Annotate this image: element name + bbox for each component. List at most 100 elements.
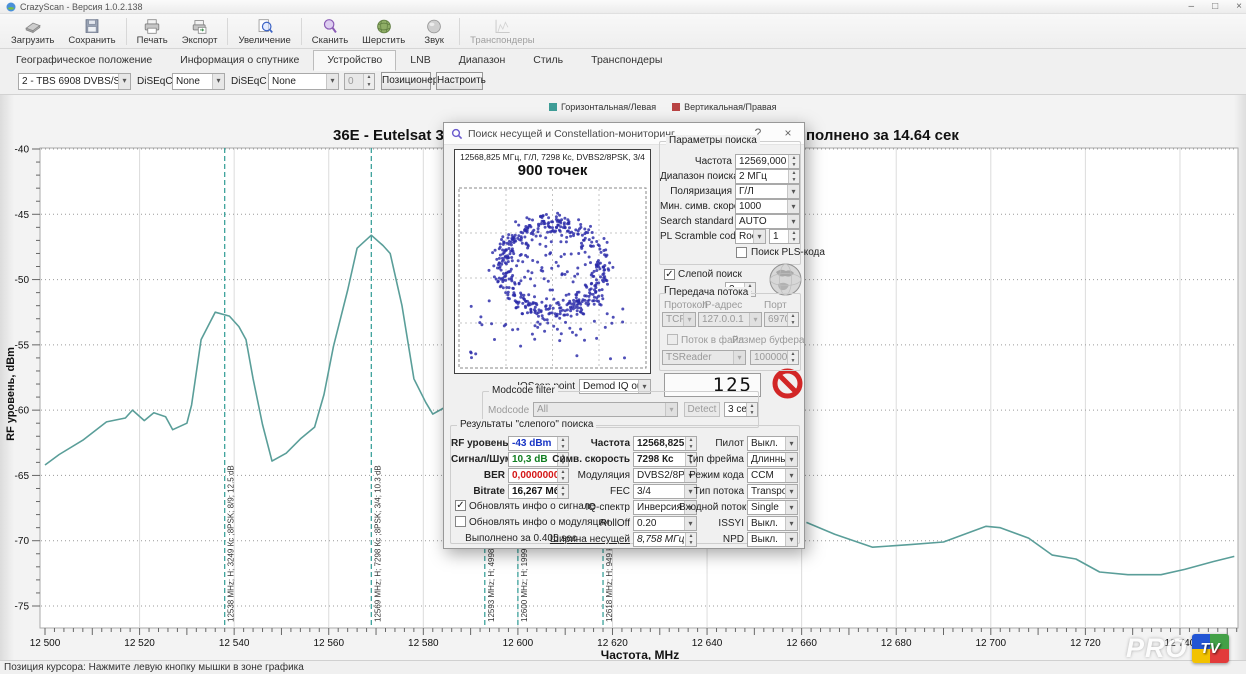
result-select[interactable]: Transport▾ [747, 484, 798, 499]
param-select[interactable]: Г/Л▾ [735, 184, 800, 199]
window-titlebar[interactable]: CrazyScan - Версия 1.0.2.138 – □ × [0, 0, 1246, 14]
diseqc1x-select[interactable]: None▾ [268, 73, 339, 90]
result-select[interactable]: CCM▾ [747, 468, 798, 483]
pls-search-label: Поиск PLS-кода [751, 247, 825, 259]
scan-button[interactable]: Сканить [305, 15, 355, 48]
positioner-button[interactable]: Позиционер [381, 72, 431, 90]
tab-satellite-info[interactable]: Информация о спутнике [166, 50, 313, 71]
constellation-dot [621, 308, 624, 311]
param-stepper[interactable]: 2 МГц▲▼ [735, 169, 800, 184]
result-select[interactable]: Выкл.▾ [747, 436, 798, 451]
constellation-dot [507, 236, 510, 239]
spinner[interactable]: ▲▼ [788, 230, 799, 243]
constellation-dot [495, 258, 498, 261]
modcode-group-label: Modcode filter [489, 385, 558, 397]
constellation-dot [544, 226, 547, 229]
constellation-dot [520, 237, 523, 240]
constellation-dot [594, 284, 597, 287]
constellation-dot [546, 231, 549, 234]
update-signal-checkbox[interactable] [455, 500, 466, 511]
constellation-dot [564, 273, 567, 276]
export-button[interactable]: Экспорт [175, 15, 225, 48]
app-icon [6, 2, 16, 12]
constellation-dot [497, 280, 500, 283]
spinner-down-icon[interactable]: ▼ [789, 177, 799, 184]
print-button[interactable]: Печать [130, 15, 175, 48]
param-root-select[interactable]: Root▾ [735, 229, 766, 244]
load-button[interactable]: Загрузить [4, 15, 61, 48]
tab-device[interactable]: Устройство [313, 50, 396, 71]
close-icon[interactable]: × [1236, 0, 1242, 14]
constellation-dot [547, 308, 550, 311]
configure-button[interactable]: Настроить [436, 72, 483, 90]
diseqc10-select[interactable]: None▾ [172, 73, 225, 90]
constellation-dot [579, 223, 582, 226]
result-select[interactable]: Выкл.▾ [747, 516, 798, 531]
constellation-dot [566, 222, 569, 225]
constellation-dot [589, 225, 592, 228]
sound-button[interactable]: Звук [412, 15, 456, 48]
save-button[interactable]: Сохранить [61, 15, 122, 48]
modcode-label: Modcode [488, 405, 529, 417]
constellation-dot [498, 257, 501, 260]
constellation-dot [573, 304, 576, 307]
pls-search-checkbox[interactable] [736, 247, 747, 258]
spinner-down-icon: ▼ [747, 410, 757, 417]
param-select[interactable]: AUTO▾ [735, 214, 800, 229]
x-tick-label: 12 580 [408, 638, 439, 649]
comb-button[interactable]: Шерстить [355, 15, 412, 48]
tab-style[interactable]: Стиль [519, 50, 577, 71]
constellation-dot [530, 311, 533, 314]
constellation-dot [518, 282, 521, 285]
constellation-dot [579, 226, 582, 229]
result-select[interactable]: Длинный▾ [747, 452, 798, 467]
constellation-dot [517, 259, 520, 262]
result-label: BER [451, 470, 505, 482]
constellation-dot [597, 281, 600, 284]
constellation-dot [533, 308, 536, 311]
x-tick-label: 12 600 [503, 638, 534, 649]
constellation-dot [566, 270, 569, 273]
constellation-dot [540, 269, 543, 272]
result-select[interactable]: Single▾ [747, 500, 798, 515]
constellation-dot [571, 331, 574, 334]
constellation-dot [522, 294, 525, 297]
minimize-icon[interactable]: – [1189, 0, 1195, 14]
tuner-select[interactable]: 2 - TBS 6908 DVBS/S2 Tuner 0▾ [18, 73, 131, 90]
update-modulation-checkbox[interactable] [455, 516, 466, 527]
constellation-dot [600, 251, 603, 254]
constellation-dot [547, 216, 550, 219]
tab-lnb[interactable]: LNB [396, 50, 444, 71]
result-select[interactable]: Выкл.▾ [747, 532, 798, 547]
constellation-dot [578, 291, 581, 294]
param-label: Поляризация [660, 186, 732, 198]
constellation-dot [549, 312, 552, 315]
blind-search-checkbox[interactable] [664, 269, 675, 280]
tab-geography[interactable]: Географическое положение [2, 50, 166, 71]
protv-watermark: PRO TV [1126, 633, 1229, 664]
y-tick-label: -75 [15, 601, 30, 612]
scan-label: Сканить [312, 35, 348, 46]
constellation-dot [563, 314, 566, 317]
stop-icon[interactable] [772, 368, 803, 399]
zoom-button[interactable]: Увеличение [231, 15, 297, 48]
spinner-down-icon[interactable]: ▼ [789, 162, 799, 169]
spinner-down-icon[interactable]: ▼ [789, 237, 799, 244]
constellation-dot [590, 287, 593, 290]
constellation-dot [556, 313, 559, 316]
constellation-dot [535, 312, 538, 315]
constellation-dot [587, 302, 590, 305]
constellation-dot [569, 309, 572, 312]
param-combo[interactable]: 1000▾ [735, 199, 800, 214]
device-bar: 2 - TBS 6908 DVBS/S2 Tuner 0▾ DiSEqC 1.0… [0, 71, 1246, 94]
tab-transponders[interactable]: Транспондеры [577, 50, 676, 71]
constellation-dot [558, 339, 561, 342]
spinner[interactable]: ▲▼ [788, 170, 799, 183]
param-root-stepper[interactable]: 1▲▼ [769, 229, 800, 244]
maximize-icon[interactable]: □ [1212, 0, 1218, 14]
result-label: RF уровень [451, 438, 505, 450]
spinner[interactable]: ▲▼ [788, 155, 799, 168]
tab-range[interactable]: Диапазон [445, 50, 520, 71]
detect-interval-stepper[interactable]: 3 сек▲▼ [724, 402, 758, 417]
param-stepper[interactable]: 12569,000 МГц▲▼ [735, 154, 800, 169]
